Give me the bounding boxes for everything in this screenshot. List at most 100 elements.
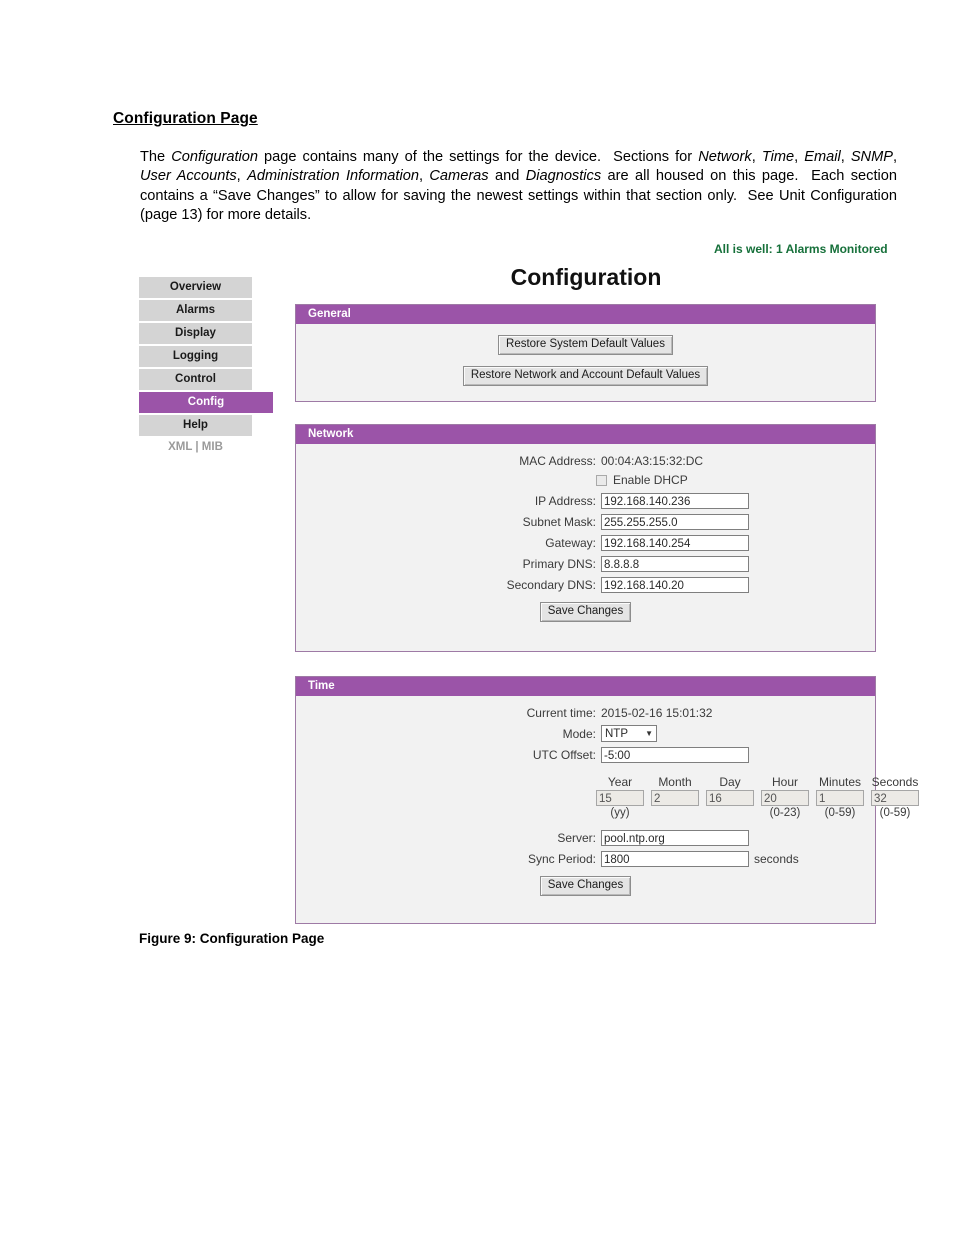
server-input[interactable]: pool.ntp.org [601, 830, 749, 846]
sidebar-item-alarms[interactable]: Alarms [139, 300, 252, 321]
sidebar-item-help[interactable]: Help [139, 415, 252, 436]
secondary-dns-input[interactable]: 192.168.140.20 [601, 577, 749, 593]
year-input[interactable]: 15 [596, 790, 644, 806]
primary-dns-input[interactable]: 8.8.8.8 [601, 556, 749, 572]
enable-dhcp-label: Enable DHCP [613, 473, 688, 487]
sync-period-input[interactable]: 1800 [601, 851, 749, 867]
mode-row: Mode: NTP ▼ [296, 725, 875, 742]
enable-dhcp-row: Enable DHCP [296, 473, 875, 487]
year-column: Year 15 (yy) [596, 775, 644, 820]
time-panel-title: Time [296, 677, 875, 696]
network-panel-body: MAC Address: 00:04:A3:15:32:DC Enable DH… [296, 444, 875, 634]
subnet-mask-input[interactable]: 255.255.255.0 [601, 514, 749, 530]
utc-offset-input[interactable]: -5:00 [601, 747, 749, 763]
sync-period-suffix: seconds [754, 852, 799, 866]
mac-address-row: MAC Address: 00:04:A3:15:32:DC [296, 454, 875, 468]
sidebar-item-config[interactable]: Config [139, 392, 273, 413]
network-panel: Network MAC Address: 00:04:A3:15:32:DC E… [295, 424, 876, 652]
time-panel-body: Current time: 2015-02-16 15:01:32 Mode: … [296, 696, 919, 908]
mode-label: Mode: [562, 726, 596, 741]
app-page-title: Configuration [510, 264, 662, 290]
hour-column: Hour 20 (0-23) [761, 775, 809, 820]
minutes-input[interactable]: 1 [816, 790, 864, 806]
month-note [651, 807, 699, 820]
mode-select[interactable]: NTP ▼ [601, 725, 657, 742]
ip-address-row: IP Address: 192.168.140.236 [296, 493, 875, 509]
seconds-header: Seconds [871, 775, 919, 789]
primary-dns-row: Primary DNS: 8.8.8.8 [296, 556, 875, 572]
figure-caption: Figure 9: Configuration Page [139, 931, 325, 946]
seconds-note: (0-59) [879, 807, 911, 819]
mib-link[interactable]: MIB [202, 441, 223, 453]
minutes-note: (0-59) [824, 807, 856, 819]
sidebar-item-control[interactable]: Control [139, 369, 252, 390]
current-time-row: Current time: 2015-02-16 15:01:32 [296, 706, 875, 720]
secondary-dns-row: Secondary DNS: 192.168.140.20 [296, 577, 875, 593]
year-note: (yy) [610, 807, 630, 819]
network-panel-title: Network [296, 425, 875, 444]
server-label: Server: [557, 831, 596, 845]
hour-input[interactable]: 20 [761, 790, 809, 806]
day-input[interactable]: 16 [706, 790, 754, 806]
ip-address-label: IP Address: [534, 494, 596, 508]
restore-system-row: Restore System Default Values [296, 334, 875, 355]
general-panel-body: Restore System Default Values Restore Ne… [296, 324, 875, 408]
sync-period-label: Sync Period: [527, 852, 596, 866]
sidebar-item-display[interactable]: Display [139, 323, 252, 344]
day-header: Day [719, 775, 741, 789]
link-separator: | [195, 441, 199, 453]
mode-select-value: NTP [605, 727, 628, 740]
primary-dns-label: Primary DNS: [522, 557, 596, 571]
secondary-dns-label: Secondary DNS: [506, 578, 596, 592]
month-input[interactable]: 2 [651, 790, 699, 806]
minutes-column: Minutes 1 (0-59) [816, 775, 864, 820]
sidebar-item-overview[interactable]: Overview [139, 277, 252, 298]
day-note [706, 807, 754, 820]
gateway-row: Gateway: 192.168.140.254 [296, 535, 875, 551]
day-column: Day 16 [706, 775, 754, 820]
server-row: Server: pool.ntp.org [296, 830, 875, 846]
utc-offset-row: UTC Offset: -5:00 [296, 747, 875, 763]
gateway-label: Gateway: [545, 536, 596, 550]
month-header: Month [658, 775, 692, 789]
current-time-label: Current time: [526, 706, 596, 720]
gateway-input[interactable]: 192.168.140.254 [601, 535, 749, 551]
minutes-header: Minutes [818, 775, 862, 789]
configuration-page-figure: All is well: 1 Alarms Monitored Configur… [0, 236, 954, 926]
sidebar-item-logging[interactable]: Logging [139, 346, 252, 367]
xml-link[interactable]: XML [168, 441, 192, 453]
subnet-mask-row: Subnet Mask: 255.255.255.0 [296, 514, 875, 530]
network-save-row: Save Changes [296, 601, 875, 622]
general-panel: General Restore System Default Values Re… [295, 304, 876, 402]
restore-network-account-default-values-button[interactable]: Restore Network and Account Default Valu… [462, 366, 709, 386]
month-column: Month 2 [651, 775, 699, 820]
ip-address-input[interactable]: 192.168.140.236 [601, 493, 749, 509]
hour-header: Hour [771, 775, 798, 789]
time-panel: Time Current time: 2015-02-16 15:01:32 M… [295, 676, 919, 924]
mac-address-value: 00:04:A3:15:32:DC [601, 454, 704, 468]
restore-system-default-values-button[interactable]: Restore System Default Values [498, 335, 673, 355]
sync-period-row: Sync Period: 1800 seconds [296, 851, 875, 867]
restore-network-row: Restore Network and Account Default Valu… [296, 365, 875, 386]
time-save-changes-button[interactable]: Save Changes [539, 876, 632, 896]
status-badge: All is well: 1 Alarms Monitored [714, 242, 888, 256]
hour-note: (0-23) [769, 807, 801, 819]
seconds-column: Seconds 32 (0-59) [871, 775, 919, 820]
chevron-down-icon: ▼ [645, 728, 653, 738]
enable-dhcp-checkbox[interactable] [596, 474, 607, 486]
time-save-row: Save Changes [296, 875, 875, 896]
network-save-changes-button[interactable]: Save Changes [539, 602, 632, 622]
current-time-value: 2015-02-16 15:01:32 [601, 706, 713, 720]
page-title: Configuration Page [113, 110, 258, 127]
utc-offset-label: UTC Offset: [532, 748, 596, 762]
datetime-grid: Year 15 (yy) Month 2 Day 16 Hour 20 (0-2… [596, 775, 919, 820]
general-panel-title: General [296, 305, 875, 324]
sidebar-nav: Overview Alarms Display Logging Control … [139, 277, 279, 453]
year-header: Year [607, 775, 633, 789]
datetime-fields-group: Year 15 (yy) Month 2 Day 16 Hour 20 (0-2… [296, 775, 919, 820]
subnet-mask-label: Subnet Mask: [522, 515, 596, 529]
seconds-input[interactable]: 32 [871, 790, 919, 806]
mac-address-label: MAC Address: [519, 454, 596, 468]
body-paragraph: The Configuration page contains many of … [140, 149, 898, 224]
sidebar-links: XML | MIB [139, 441, 252, 453]
